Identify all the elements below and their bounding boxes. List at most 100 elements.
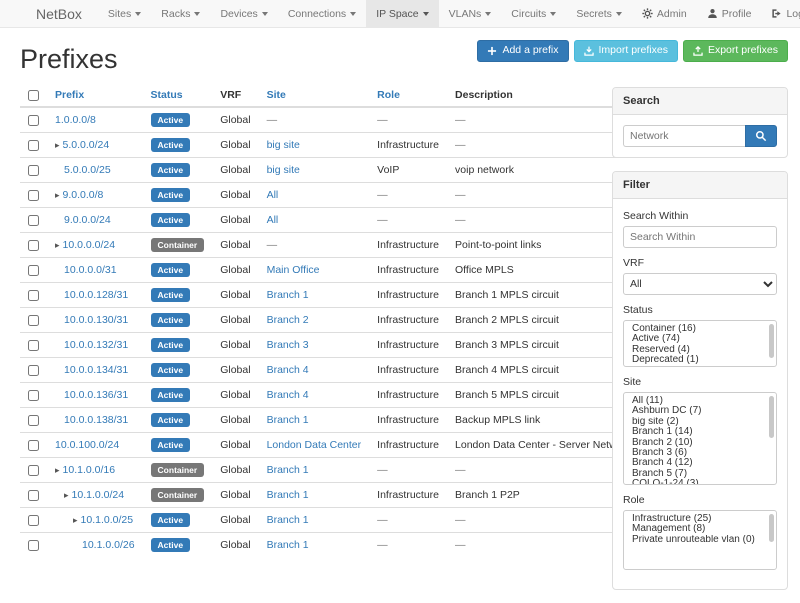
row-select-checkbox[interactable] xyxy=(28,365,39,376)
prefix-link[interactable]: 10.0.0.0/31 xyxy=(64,264,117,276)
select-all-checkbox[interactable] xyxy=(28,90,39,101)
site-link[interactable]: big site xyxy=(267,164,300,176)
site-link[interactable]: Branch 1 xyxy=(267,539,309,551)
filter-select-vrf[interactable]: All xyxy=(623,273,777,295)
row-select-checkbox[interactable] xyxy=(28,440,39,451)
site-link[interactable]: big site xyxy=(267,139,300,151)
filter-option[interactable]: Deprecated (1) xyxy=(624,355,776,365)
site-link[interactable]: Branch 1 xyxy=(267,289,309,301)
row-select-checkbox[interactable] xyxy=(28,140,39,151)
prefix-link[interactable]: 10.1.0.0/24 xyxy=(72,489,125,501)
status-badge[interactable]: Active xyxy=(151,263,191,277)
site-link[interactable]: Branch 1 xyxy=(267,464,309,476)
row-select-checkbox[interactable] xyxy=(28,390,39,401)
site-link[interactable]: Branch 4 xyxy=(267,389,309,401)
status-badge[interactable]: Container xyxy=(151,463,205,477)
scrollbar-thumb[interactable] xyxy=(769,324,774,358)
search-input[interactable] xyxy=(623,125,745,147)
row-select-checkbox[interactable] xyxy=(28,515,39,526)
status-badge[interactable]: Active xyxy=(151,338,191,352)
nav-item-ip-space[interactable]: IP Space xyxy=(366,0,438,27)
prefix-link[interactable]: 10.0.0.134/31 xyxy=(64,364,128,376)
status-badge[interactable]: Active xyxy=(151,113,191,127)
site-link[interactable]: Branch 2 xyxy=(267,314,309,326)
nav-item-connections[interactable]: Connections xyxy=(278,0,366,27)
prefix-link[interactable]: 9.0.0.0/24 xyxy=(64,214,111,226)
prefix-link[interactable]: 10.0.0.130/31 xyxy=(64,314,128,326)
filter-option[interactable]: Private unrouteable vlan (0) xyxy=(624,535,776,545)
row-select-checkbox[interactable] xyxy=(28,215,39,226)
prefix-link[interactable]: 10.0.0.0/24 xyxy=(63,239,116,251)
filter-option[interactable]: Active (74) xyxy=(624,334,776,344)
row-select-checkbox[interactable] xyxy=(28,465,39,476)
nav-profile[interactable]: Profile xyxy=(697,0,762,27)
filter-option[interactable]: Branch 3 (6) xyxy=(624,448,776,458)
nav-item-circuits[interactable]: Circuits xyxy=(501,0,566,27)
status-badge[interactable]: Active xyxy=(151,538,191,552)
status-badge[interactable]: Container xyxy=(151,488,205,502)
prefix-link[interactable]: 10.0.0.128/31 xyxy=(64,289,128,301)
prefix-link[interactable]: 10.1.0.0/16 xyxy=(63,464,116,476)
status-badge[interactable]: Container xyxy=(151,238,205,252)
site-link[interactable]: Branch 1 xyxy=(267,414,309,426)
column-header-site[interactable]: Site xyxy=(259,85,370,107)
prefix-link[interactable]: 1.0.0.0/8 xyxy=(55,114,96,126)
status-badge[interactable]: Active xyxy=(151,363,191,377)
filter-option[interactable]: Reserved (4) xyxy=(624,345,776,355)
site-link[interactable]: Main Office xyxy=(267,264,320,276)
filter-option[interactable]: big site (2) xyxy=(624,417,776,427)
prefix-link[interactable]: 10.0.0.136/31 xyxy=(64,389,128,401)
status-badge[interactable]: Active xyxy=(151,288,191,302)
prefix-link[interactable]: 10.0.0.138/31 xyxy=(64,414,128,426)
prefix-link[interactable]: 5.0.0.0/24 xyxy=(63,139,110,151)
prefix-link[interactable]: 10.1.0.0/26 xyxy=(82,539,135,551)
status-badge[interactable]: Active xyxy=(151,413,191,427)
column-header-prefix[interactable]: Prefix xyxy=(47,85,143,107)
brand-logo[interactable]: NetBox xyxy=(36,0,82,27)
nav-log-out[interactable]: Log out xyxy=(761,0,800,27)
filter-option[interactable]: Branch 4 (12) xyxy=(624,458,776,468)
filter-option[interactable]: Branch 5 (7) xyxy=(624,469,776,479)
prefix-link[interactable]: 9.0.0.0/8 xyxy=(63,189,104,201)
row-select-checkbox[interactable] xyxy=(28,165,39,176)
row-select-checkbox[interactable] xyxy=(28,315,39,326)
nav-item-secrets[interactable]: Secrets xyxy=(566,0,632,27)
row-select-checkbox[interactable] xyxy=(28,240,39,251)
status-badge[interactable]: Active xyxy=(151,513,191,527)
filter-option[interactable]: Container (16) xyxy=(624,324,776,334)
site-link[interactable]: All xyxy=(267,189,279,201)
row-select-checkbox[interactable] xyxy=(28,490,39,501)
filter-option[interactable]: Management (8) xyxy=(624,524,776,534)
filter-option[interactable]: All (11) xyxy=(624,396,776,406)
import-prefixes-button[interactable]: Import prefixes xyxy=(574,40,678,62)
nav-item-devices[interactable]: Devices xyxy=(210,0,277,27)
status-badge[interactable]: Active xyxy=(151,213,191,227)
column-header-role[interactable]: Role xyxy=(369,85,447,107)
prefix-link[interactable]: 10.0.100.0/24 xyxy=(55,439,119,451)
prefix-link[interactable]: 10.1.0.0/25 xyxy=(81,514,134,526)
nav-item-sites[interactable]: Sites xyxy=(98,0,151,27)
row-select-checkbox[interactable] xyxy=(28,340,39,351)
row-select-checkbox[interactable] xyxy=(28,190,39,201)
nav-item-vlans[interactable]: VLANs xyxy=(439,0,502,27)
site-link[interactable]: Branch 1 xyxy=(267,489,309,501)
status-badge[interactable]: Active xyxy=(151,388,191,402)
row-select-checkbox[interactable] xyxy=(28,540,39,551)
search-submit-button[interactable] xyxy=(745,125,777,147)
site-link[interactable]: Branch 1 xyxy=(267,514,309,526)
add-a-prefix-button[interactable]: Add a prefix xyxy=(477,40,568,62)
status-badge[interactable]: Active xyxy=(151,138,191,152)
prefix-link[interactable]: 10.0.0.132/31 xyxy=(64,339,128,351)
filter-input-search-within[interactable] xyxy=(623,226,777,248)
row-select-checkbox[interactable] xyxy=(28,415,39,426)
scrollbar-thumb[interactable] xyxy=(769,514,774,542)
site-link[interactable]: Branch 3 xyxy=(267,339,309,351)
row-select-checkbox[interactable] xyxy=(28,265,39,276)
filter-option[interactable]: Infrastructure (25) xyxy=(624,514,776,524)
filter-option[interactable]: Branch 2 (10) xyxy=(624,438,776,448)
status-badge[interactable]: Active xyxy=(151,438,191,452)
site-link[interactable]: London Data Center xyxy=(267,439,362,451)
row-select-checkbox[interactable] xyxy=(28,115,39,126)
prefix-link[interactable]: 5.0.0.0/25 xyxy=(64,164,111,176)
site-link[interactable]: All xyxy=(267,214,279,226)
